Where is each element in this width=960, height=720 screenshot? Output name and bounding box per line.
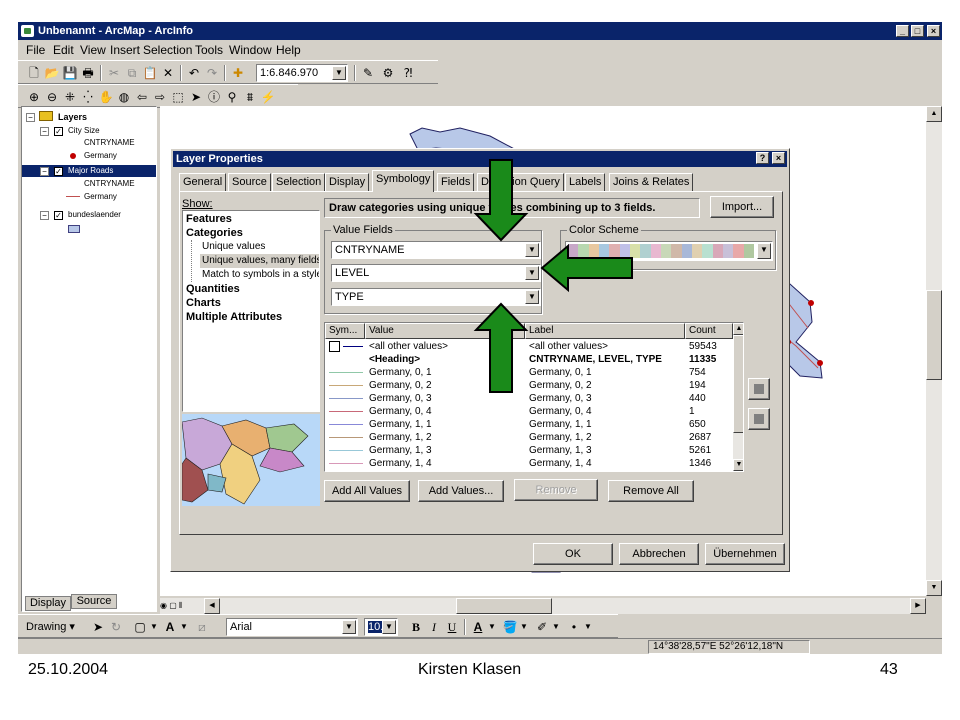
arrow-down-icon (473, 159, 529, 242)
tab-symbology[interactable]: Symbology (372, 170, 435, 192)
arrow-up-icon (473, 302, 529, 393)
slide-page-number: 43 (880, 661, 898, 678)
slide-date: 25.10.2004 (28, 661, 109, 678)
annotation-arrows (473, 159, 633, 393)
arrow-left-icon (540, 243, 633, 293)
slide-author: Kirsten Klasen (418, 661, 522, 678)
